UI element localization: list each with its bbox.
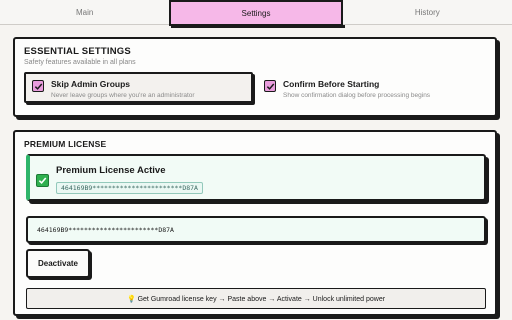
tab-history[interactable]: History [342, 0, 512, 25]
confirm-before-starting-option[interactable]: Confirm Before Starting Show confirmatio… [258, 74, 494, 105]
tab-bar: Main Settings History [0, 0, 512, 26]
license-status-title: Premium License Active [56, 165, 166, 176]
check-mark-icon [34, 83, 42, 90]
skip-admin-groups-checkbox[interactable] [32, 80, 44, 92]
confirm-before-starting-checkbox[interactable] [264, 80, 276, 92]
license-hint: 💡 Get Gumroad license key → Paste above … [26, 288, 486, 309]
check-mark-icon [266, 83, 274, 90]
license-key-input[interactable]: 464169B9***********************D87A [26, 216, 486, 243]
license-key-badge: 464169B9***********************D87A [56, 182, 203, 194]
skip-admin-groups-option[interactable]: Skip Admin Groups Never leave groups whe… [24, 72, 253, 103]
check-mark-icon [36, 174, 49, 187]
tab-settings[interactable]: Settings [169, 0, 343, 26]
confirm-before-starting-description: Show confirmation dialog before processi… [283, 92, 431, 99]
essential-settings-title: ESSENTIAL SETTINGS [24, 46, 131, 57]
tab-main[interactable]: Main [0, 0, 170, 25]
confirm-before-starting-label: Confirm Before Starting [283, 79, 380, 89]
essential-settings-subtitle: Safety features available in all plans [24, 59, 136, 66]
deactivate-button[interactable]: Deactivate [26, 249, 90, 278]
license-status-card: Premium License Active 464169B9*********… [26, 154, 486, 201]
skip-admin-groups-label: Skip Admin Groups [51, 79, 131, 89]
skip-admin-groups-description: Never leave groups where you're an admin… [51, 92, 195, 99]
premium-license-title: PREMIUM LICENSE [24, 139, 107, 149]
premium-license-panel: PREMIUM LICENSE Premium License Active 4… [13, 130, 497, 316]
essential-settings-panel: ESSENTIAL SETTINGS Safety features avail… [13, 37, 497, 117]
